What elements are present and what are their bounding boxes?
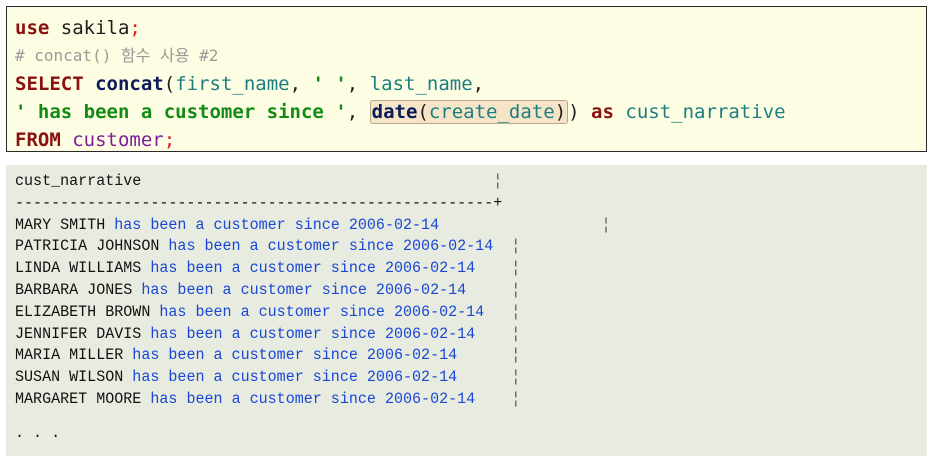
result-row: MARGARET MOORE has been a customer since… xyxy=(15,389,891,411)
create-date-value: 2006-02-14 xyxy=(375,280,467,299)
code-line-from: FROM customer; xyxy=(15,126,918,154)
narrative-phrase: has been a customer since xyxy=(141,280,367,299)
column-separator: ¦ xyxy=(493,237,521,256)
create-date-value: 2006-02-14 xyxy=(384,389,476,408)
create-date-value: 2006-02-14 xyxy=(384,259,476,278)
result-row: BARBARA JONES has been a customer since … xyxy=(15,280,891,302)
semicolon: ; xyxy=(163,129,176,151)
customer-name: SUSAN WILSON xyxy=(15,368,124,387)
query-result: cust_narrative ¦ -----------------------… xyxy=(6,165,927,456)
customer-name: ELIZABETH BROWN xyxy=(15,302,151,321)
string-phrase: ' has been a customer since ' xyxy=(15,101,347,123)
customer-name: JENNIFER DAVIS xyxy=(15,324,142,343)
column-separator: ¦ xyxy=(457,368,521,387)
create-date-value: 2006-02-14 xyxy=(393,302,485,321)
narrative-phrase: has been a customer since xyxy=(114,215,340,234)
narrative-phrase: has been a customer since xyxy=(150,324,376,343)
result-header: cust_narrative ¦ xyxy=(15,171,891,193)
customer-name: PATRICIA JOHNSON xyxy=(15,237,160,256)
column-separator: ¦ xyxy=(466,280,521,299)
keyword-from: FROM xyxy=(15,129,61,151)
create-date-value: 2006-02-14 xyxy=(403,237,494,256)
customer-name: MARY SMITH xyxy=(15,215,106,234)
create-date-value: 2006-02-14 xyxy=(366,368,458,387)
column-separator: ¦ xyxy=(475,389,521,408)
column-alias: cust_narrative xyxy=(625,101,786,123)
narrative-phrase: has been a customer since xyxy=(159,302,385,321)
table-name: customer xyxy=(72,129,164,151)
column-separator: ¦ xyxy=(484,302,521,321)
sql-editor[interactable]: use sakila; # concat() 함수 사용 #2 SELECT c… xyxy=(6,6,927,152)
result-divider: ----------------------------------------… xyxy=(15,193,503,212)
result-row: MARY SMITH has been a customer since 200… xyxy=(15,215,891,237)
customer-name: MARGARET MOORE xyxy=(15,389,142,408)
code-line-phrase: ' has been a customer since ', date(crea… xyxy=(15,100,786,124)
semicolon: ; xyxy=(129,17,141,39)
column-separator: ¦ xyxy=(475,324,521,343)
column-separator: ¦ xyxy=(475,259,521,278)
column-first-name: first_name xyxy=(175,73,290,95)
result-ellipsis: . . . xyxy=(15,423,61,442)
narrative-phrase: has been a customer since xyxy=(132,346,358,365)
result-row: ELIZABETH BROWN has been a customer sinc… xyxy=(15,302,891,324)
customer-name: LINDA WILLIAMS xyxy=(15,259,142,278)
string-space: ' ' xyxy=(312,73,347,95)
customer-name: MARIA MILLER xyxy=(15,346,124,365)
keyword-select: SELECT xyxy=(15,73,84,95)
result-row: JENNIFER DAVIS has been a customer since… xyxy=(15,324,891,346)
create-date-value: 2006-02-14 xyxy=(384,324,476,343)
database-name: sakila xyxy=(49,17,130,39)
column-create-date: create_date xyxy=(428,101,555,123)
highlighted-date-expression: date(create_date) xyxy=(369,100,569,124)
result-row: SUSAN WILSON has been a customer since 2… xyxy=(15,367,891,389)
function-concat: concat xyxy=(95,73,164,95)
keyword-use: use xyxy=(15,17,50,39)
code-line-select: SELECT concat(first_name, ' ', last_name… xyxy=(15,73,485,95)
column-last-name: last_name xyxy=(369,73,473,95)
result-rows: MARY SMITH has been a customer since 200… xyxy=(15,215,918,411)
narrative-phrase: has been a customer since xyxy=(150,259,376,278)
create-date-value: 2006-02-14 xyxy=(348,215,440,234)
result-column-header: cust_narrative xyxy=(15,172,142,190)
narrative-phrase: has been a customer since xyxy=(150,389,376,408)
result-row: PATRICIA JOHNSON has been a customer sin… xyxy=(15,236,891,258)
code-line-use: use sakila; xyxy=(15,14,918,42)
keyword-as: as xyxy=(591,101,614,123)
result-row: LINDA WILLIAMS has been a customer since… xyxy=(15,258,891,280)
column-separator: ¦ xyxy=(439,215,611,234)
column-separator: ¦ xyxy=(493,172,503,190)
column-separator: ¦ xyxy=(457,346,521,365)
code-comment: # concat() 함수 사용 #2 xyxy=(15,46,219,65)
result-row: MARIA MILLER has been a customer since 2… xyxy=(15,345,891,367)
narrative-phrase: has been a customer since xyxy=(132,368,358,387)
create-date-value: 2006-02-14 xyxy=(366,346,458,365)
customer-name: BARBARA JONES xyxy=(15,280,133,299)
narrative-phrase: has been a customer since xyxy=(168,237,394,256)
function-date: date xyxy=(371,101,418,123)
